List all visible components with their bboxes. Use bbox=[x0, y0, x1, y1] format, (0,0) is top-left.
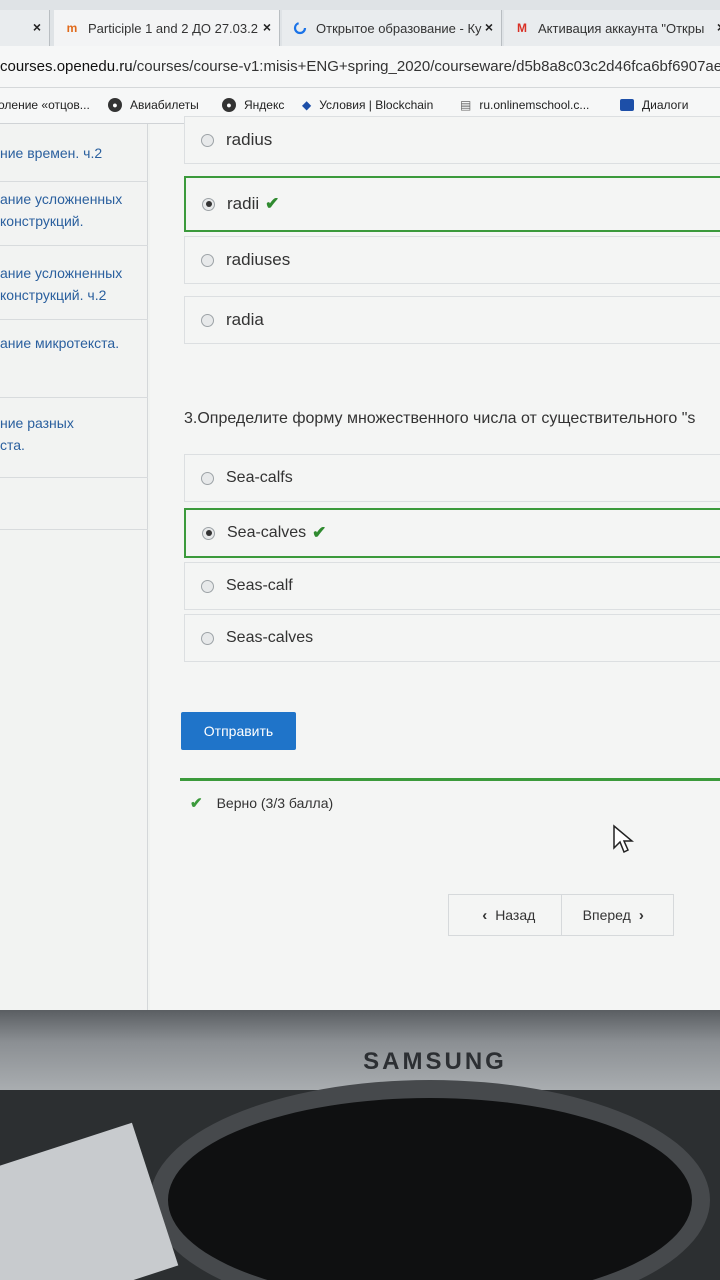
tab-previous[interactable]: × bbox=[0, 10, 50, 46]
next-label: Вперед bbox=[582, 907, 631, 923]
answer-option[interactable]: radius bbox=[184, 116, 720, 164]
result-status: ✔ Верно (3/3 балла) bbox=[190, 794, 333, 812]
globe-icon: ● bbox=[108, 98, 122, 112]
checkmark-icon: ✔ bbox=[190, 795, 203, 812]
question-text: 3.Определите форму множественного числа … bbox=[184, 410, 696, 427]
answer-option-correct[interactable]: radii ✔ bbox=[184, 176, 720, 232]
answer-option[interactable]: radia bbox=[184, 296, 720, 344]
url-host: courses.openedu.ru bbox=[0, 58, 133, 75]
result-divider bbox=[180, 778, 720, 781]
radio-button[interactable] bbox=[201, 313, 214, 327]
answer-label: radiuses bbox=[226, 250, 291, 269]
bookmark-item[interactable]: ● Яндекс bbox=[222, 98, 284, 112]
bookmark-item[interactable]: Диалоги bbox=[620, 98, 688, 112]
monitor-brand-logo: SAMSUNG bbox=[363, 1048, 507, 1075]
bookmark-item[interactable]: оление «отцов... bbox=[0, 98, 90, 112]
moodle-favicon-icon: m bbox=[66, 21, 78, 35]
answer-label: radii bbox=[227, 194, 260, 213]
previous-label: Назад bbox=[495, 907, 536, 923]
radio-button[interactable] bbox=[201, 253, 214, 267]
answer-option-correct[interactable]: Sea-calves ✔ bbox=[184, 508, 720, 558]
gmail-favicon-icon: M bbox=[517, 21, 527, 35]
radio-button-selected[interactable] bbox=[202, 526, 215, 540]
sidebar-item-label: ние времен. ч.2 bbox=[0, 145, 103, 161]
radio-button[interactable] bbox=[201, 579, 214, 593]
radio-button[interactable] bbox=[201, 631, 214, 645]
address-bar[interactable]: courses.openedu.ru/courses/course-v1:mis… bbox=[0, 46, 720, 88]
bookmark-label: Яндекс bbox=[244, 98, 285, 112]
bookmark-item[interactable]: ◆ Условия | Blockchain bbox=[302, 98, 433, 112]
answer-label: Sea-calfs bbox=[226, 469, 293, 486]
tab-close-icon[interactable]: × bbox=[263, 19, 271, 35]
blockchain-icon: ◆ bbox=[302, 98, 312, 112]
course-sidebar: ние времен. ч.2 ание усложненных констру… bbox=[0, 124, 148, 1020]
answer-option[interactable]: Seas-calves bbox=[184, 614, 720, 662]
sidebar-item[interactable]: ние разных ста. bbox=[0, 398, 148, 478]
bookmark-label: ru.onlinemschool.c... bbox=[479, 98, 590, 112]
submit-button[interactable]: Отправить bbox=[181, 712, 296, 750]
tab-gmail[interactable]: M Активация аккаунта "Откры × bbox=[504, 10, 720, 46]
tab-close-icon[interactable]: × bbox=[485, 19, 493, 35]
chevron-right-icon: › bbox=[638, 906, 644, 924]
problem-content: radius radii ✔ radiuses radia 3.Определи… bbox=[150, 116, 720, 1020]
sidebar-item[interactable]: ание микротекста. bbox=[0, 320, 148, 398]
sidebar-item-label: ание усложненных bbox=[0, 265, 123, 281]
radio-button-selected[interactable] bbox=[202, 197, 215, 211]
tab-label: Открытое образование - Ку bbox=[316, 20, 482, 36]
sidebar-item bbox=[0, 478, 148, 530]
answer-label: Seas-calf bbox=[226, 577, 293, 594]
url-path: /courses/course-v1:misis+ENG+spring_2020… bbox=[132, 58, 720, 75]
sequence-nav: ‹ Назад Вперед › bbox=[448, 894, 674, 936]
globe-icon: ● bbox=[222, 98, 236, 112]
tab-label: Participle 1 and 2 ДО 27.03.2 bbox=[88, 20, 258, 36]
bookmark-item[interactable]: ● Авиабилеты bbox=[108, 98, 199, 112]
chevron-left-icon: ‹ bbox=[482, 906, 488, 924]
answer-option[interactable]: Seas-calf bbox=[184, 562, 720, 610]
bookmark-label: Условия | Blockchain bbox=[319, 98, 434, 112]
checkmark-icon: ✔ bbox=[312, 523, 327, 542]
sidebar-item[interactable]: ание усложненных конструкций. bbox=[0, 182, 148, 246]
sidebar-item-label: ание микротекста. bbox=[0, 335, 120, 351]
sidebar-item-label: ста. bbox=[0, 437, 25, 453]
answer-label: radius bbox=[226, 130, 273, 149]
bookmark-item[interactable]: ▤ ru.onlinemschool.c... bbox=[460, 98, 589, 112]
monitor-screen: × m Participle 1 and 2 ДО 27.03.2 × Откр… bbox=[0, 0, 720, 1020]
answer-label: radia bbox=[226, 310, 264, 329]
sidebar-item[interactable]: ние времен. ч.2 bbox=[0, 124, 148, 182]
sidebar-item-label: конструкций. ч.2 bbox=[0, 287, 107, 303]
result-text: Верно (3/3 балла) bbox=[216, 795, 334, 811]
mouse-pointer-icon bbox=[612, 824, 635, 859]
checkmark-icon: ✔ bbox=[265, 194, 280, 213]
bookmark-label: Диалоги bbox=[642, 98, 689, 112]
loading-spinner-icon bbox=[292, 20, 308, 36]
chat-icon bbox=[620, 99, 634, 111]
sidebar-item[interactable]: ание усложненных конструкций. ч.2 bbox=[0, 246, 148, 320]
sidebar-item-label: конструкций. bbox=[0, 213, 84, 229]
tab-label: Активация аккаунта "Откры bbox=[538, 20, 705, 36]
answer-option[interactable]: Sea-calfs bbox=[184, 454, 720, 502]
sidebar-item-label: ание усложненных bbox=[0, 191, 123, 207]
bookmark-label: оление «отцов... bbox=[0, 98, 90, 112]
radio-button[interactable] bbox=[201, 471, 214, 485]
tab-close-icon[interactable]: × bbox=[33, 19, 41, 35]
tab-openedu[interactable]: Открытое образование - Ку × bbox=[282, 10, 502, 46]
answer-label: Seas-calves bbox=[226, 629, 314, 646]
page-icon: ▤ bbox=[460, 98, 472, 112]
sidebar-item-label: ние разных bbox=[0, 415, 74, 431]
radio-button[interactable] bbox=[201, 133, 214, 147]
bookmark-label: Авиабилеты bbox=[130, 98, 199, 112]
answer-label: Sea-calves bbox=[227, 524, 307, 541]
answer-option[interactable]: radiuses bbox=[184, 236, 720, 284]
tab-participle[interactable]: m Participle 1 and 2 ДО 27.03.2 × bbox=[54, 10, 280, 46]
next-button[interactable]: Вперед › bbox=[560, 895, 674, 935]
browser-tab-bar: × m Participle 1 and 2 ДО 27.03.2 × Откр… bbox=[0, 0, 720, 46]
previous-button[interactable]: ‹ Назад bbox=[449, 895, 561, 935]
